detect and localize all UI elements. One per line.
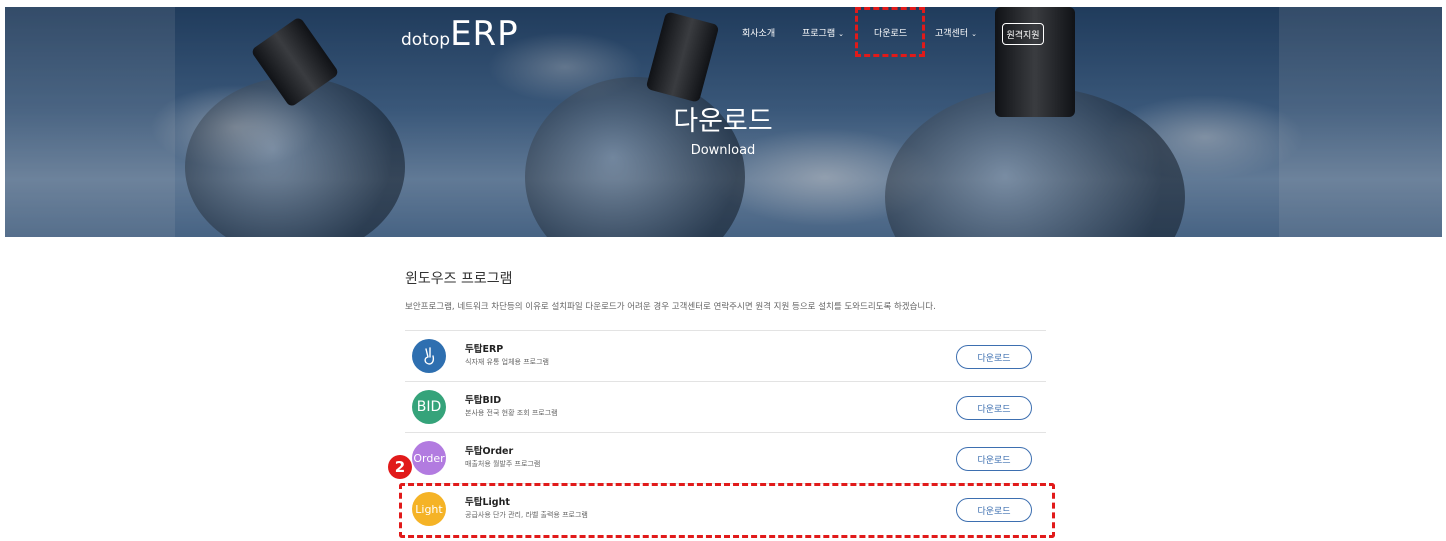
- annotation-badge: 2: [388, 455, 412, 479]
- nav-program-label: 프로그램: [802, 29, 836, 39]
- annotation-box-nav: [855, 7, 925, 57]
- program-name: 두탑BID: [465, 395, 502, 406]
- program-desc: 매출처용 월발주 프로그램: [465, 460, 541, 468]
- hero-subtitle: Download: [690, 143, 756, 158]
- hero-title: 다운로드: [673, 106, 773, 137]
- logo-erp: ERP: [450, 14, 519, 54]
- nav-support-label: 고객센터: [935, 29, 969, 39]
- download-button[interactable]: 다운로드: [956, 447, 1032, 471]
- program-name: 두탑ERP: [465, 344, 504, 355]
- list-item: BID 두탑BID 본사용 전국 현황 조회 프로그램 다운로드: [405, 381, 1046, 432]
- nav-program[interactable]: 프로그램 ⌄: [802, 26, 844, 39]
- bid-icon: BID: [412, 390, 446, 424]
- program-desc: 본사용 전국 현황 조회 프로그램: [465, 409, 558, 417]
- list-item: Order 두탑Order 매출처용 월발주 프로그램 다운로드: [405, 432, 1046, 483]
- program-desc: 식자재 유통 업체용 프로그램: [465, 358, 549, 366]
- list-item: 두탑ERP 식자재 유통 업체용 프로그램 다운로드: [405, 330, 1046, 381]
- chevron-down-icon: ⌄: [838, 30, 844, 38]
- order-icon: Order: [412, 441, 446, 475]
- nav-company[interactable]: 회사소개: [742, 26, 775, 39]
- chevron-down-icon: ⌄: [971, 30, 977, 38]
- download-button[interactable]: 다운로드: [956, 345, 1032, 369]
- logo-dotop: dotop: [401, 30, 451, 50]
- nav-support[interactable]: 고객센터 ⌄: [935, 26, 977, 39]
- annotation-box-light-row: [399, 483, 1055, 538]
- section-description: 보안프로그램, 네트워크 차단등의 이유로 설치파일 다운로드가 어려운 경우 …: [405, 302, 936, 312]
- download-button[interactable]: 다운로드: [956, 396, 1032, 420]
- remote-support-button[interactable]: 원격지원: [1002, 23, 1044, 45]
- hand-icon-svg: [424, 347, 435, 365]
- hand-icon: [412, 339, 446, 373]
- program-name: 두탑Order: [465, 446, 514, 457]
- section-title: 윈도우즈 프로그램: [405, 271, 513, 287]
- site-logo[interactable]: dotopERP: [401, 14, 519, 54]
